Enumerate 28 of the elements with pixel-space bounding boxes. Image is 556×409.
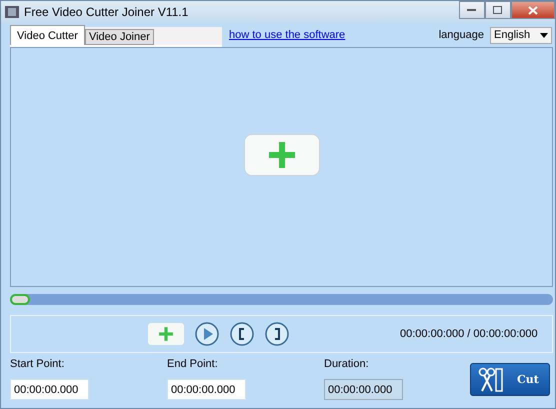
tab[interactable]: Video Cutter [10, 25, 85, 45]
time-display: 00:00:00:000 / 00:00:00:000 [400, 328, 538, 340]
slider-thumb[interactable] [10, 294, 30, 305]
minimize-icon [467, 8, 477, 12]
caret-icon [540, 32, 548, 38]
minimize-button[interactable] [459, 1, 485, 19]
maximize-icon [493, 6, 503, 14]
field-label: End Point: [167, 358, 219, 370]
set-end-button[interactable] [265, 322, 289, 346]
play-button[interactable] [195, 322, 219, 346]
time-field[interactable]: 00:00:00.000 [167, 379, 246, 400]
maximize-button[interactable] [485, 1, 511, 19]
tab[interactable]: Video Joiner [84, 29, 154, 45]
plus-icon [158, 326, 174, 342]
close-button[interactable] [511, 1, 555, 19]
time-field[interactable]: 00:00:00.000 [10, 379, 89, 400]
language-dropdown[interactable]: English [490, 26, 552, 44]
field-label: Duration: [324, 358, 370, 370]
language-label: language [438, 29, 484, 41]
help-link[interactable]: how to use the software [229, 29, 346, 41]
seek-track[interactable] [10, 294, 553, 305]
set-start-button[interactable] [230, 322, 254, 346]
close-icon [528, 6, 538, 14]
scissors-icon [477, 366, 503, 392]
field-label: Start Point: [10, 358, 66, 370]
cut-button[interactable]: Cut [470, 363, 550, 396]
plus-icon [266, 140, 296, 170]
window-title: Free Video Cutter Joiner V11.1 [24, 5, 188, 19]
